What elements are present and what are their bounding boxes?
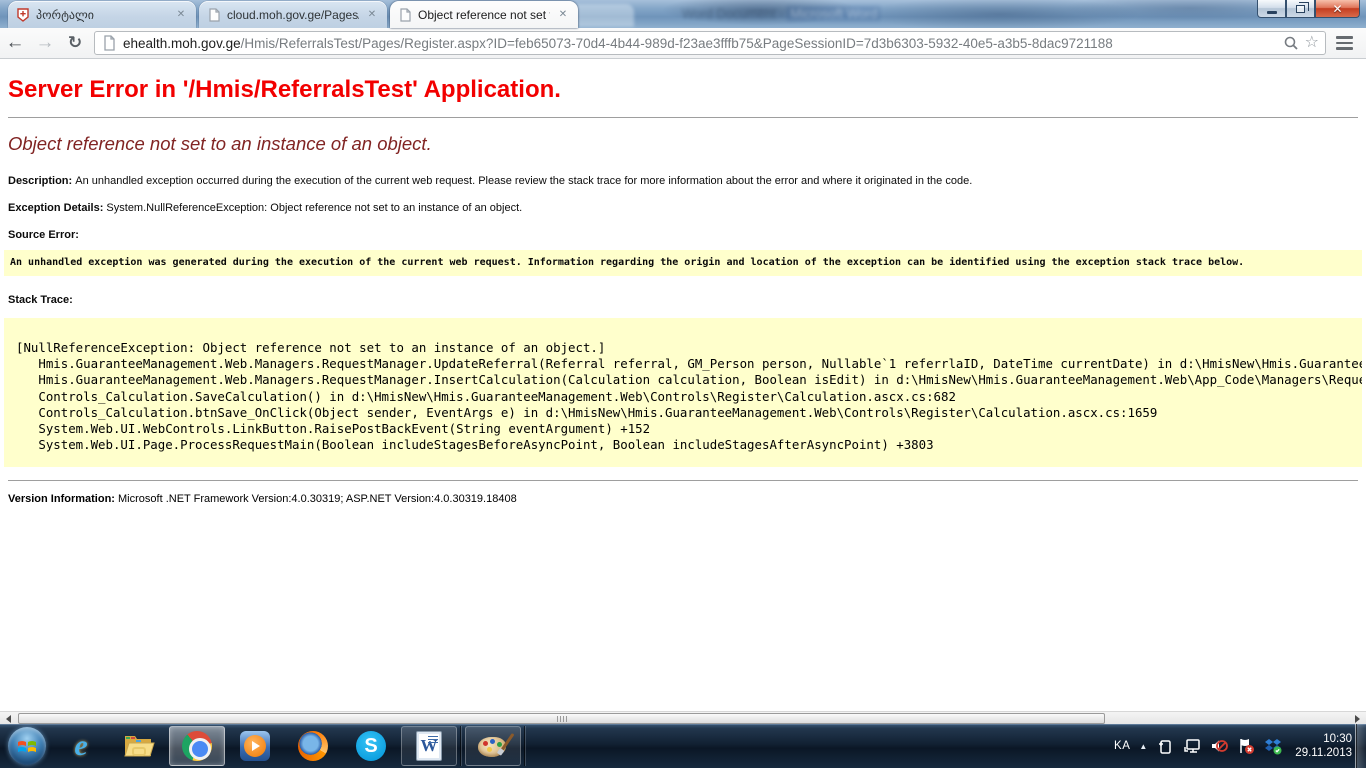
background-window-title-highlight: Microsoft Word bbox=[787, 6, 880, 21]
restore-icon bbox=[1296, 5, 1305, 13]
taskbar-firefox[interactable] bbox=[285, 726, 341, 766]
removable-device-icon[interactable] bbox=[1156, 737, 1174, 755]
stack-trace-box: [NullReferenceException: Object referenc… bbox=[4, 318, 1362, 467]
version-information: Version Information: Microsoft .NET Fram… bbox=[8, 493, 1358, 505]
description-line: Description: An unhandled exception occu… bbox=[8, 175, 1358, 187]
clock-time: 10:30 bbox=[1295, 732, 1352, 746]
page-title: Server Error in '/Hmis/ReferralsTest' Ap… bbox=[8, 76, 1358, 104]
close-window-button[interactable]: ✕ bbox=[1315, 0, 1360, 18]
browser-titlebar: Word Document - Microsoft Word პორტალი ✕… bbox=[0, 0, 1366, 28]
action-center-flag-icon[interactable] bbox=[1237, 737, 1255, 755]
error-page-content: Server Error in '/Hmis/ReferralsTest' Ap… bbox=[0, 59, 1366, 711]
close-icon: ✕ bbox=[1332, 2, 1342, 16]
background-window-ghost: Word Document - Microsoft Word bbox=[562, 2, 1122, 27]
start-button[interactable] bbox=[8, 727, 46, 765]
stack-trace-line: Controls_Calculation.SaveCalculation() i… bbox=[16, 389, 1362, 405]
chrome-icon bbox=[182, 731, 212, 761]
dropbox-icon[interactable] bbox=[1264, 737, 1282, 755]
taskbar-paint[interactable] bbox=[465, 726, 521, 766]
exception-label: Exception Details: bbox=[8, 202, 106, 214]
clock-date: 29.11.2013 bbox=[1295, 746, 1352, 760]
tab-close-icon[interactable]: ✕ bbox=[365, 8, 379, 22]
language-indicator[interactable]: KA bbox=[1114, 740, 1130, 752]
wired-network-icon[interactable] bbox=[1183, 737, 1201, 755]
stack-trace-heading: Stack Trace: bbox=[8, 294, 1358, 306]
exception-text: System.NullReferenceException: Object re… bbox=[106, 202, 522, 214]
tab-close-icon[interactable]: ✕ bbox=[556, 8, 570, 22]
exception-details-line: Exception Details: System.NullReferenceE… bbox=[8, 202, 1358, 214]
page-icon bbox=[207, 8, 221, 22]
taskbar-microsoft-word[interactable]: W bbox=[401, 726, 457, 766]
taskbar-separator bbox=[460, 726, 462, 766]
url-path: /Hmis/ReferralsTest/Pages/Register.aspx?… bbox=[241, 36, 1113, 51]
minimize-window-button[interactable] bbox=[1257, 0, 1286, 18]
show-desktop-button[interactable] bbox=[1355, 724, 1366, 768]
divider bbox=[8, 480, 1358, 481]
zoom-icon[interactable] bbox=[1283, 35, 1299, 51]
taskbar-windows-explorer[interactable] bbox=[111, 726, 167, 766]
source-error-heading: Source Error: bbox=[8, 229, 1358, 241]
word-icon: W bbox=[416, 731, 442, 761]
tab-close-icon[interactable]: ✕ bbox=[174, 8, 188, 22]
tab-title: cloud.moh.gov.ge/Pages/ bbox=[227, 8, 359, 22]
taskbar-windows-media-player[interactable] bbox=[227, 726, 283, 766]
version-label: Version Information: bbox=[8, 493, 118, 505]
taskbar-separator bbox=[524, 726, 526, 766]
source-error-box: An unhandled exception was generated dur… bbox=[4, 250, 1362, 276]
browser-toolbar: ← → ↻ ehealth.moh.gov.ge/Hmis/ReferralsT… bbox=[0, 28, 1366, 59]
chrome-menu-button[interactable] bbox=[1334, 35, 1356, 51]
system-tray: KA ▲ 10:30 29.11.2013 bbox=[1114, 724, 1352, 768]
stack-trace-line: Hmis.GuaranteeManagement.Web.Managers.Re… bbox=[16, 372, 1362, 388]
folder-icon bbox=[123, 732, 155, 760]
taskbar-clock[interactable]: 10:30 29.11.2013 bbox=[1295, 732, 1352, 760]
page-icon bbox=[398, 8, 412, 22]
description-label: Description: bbox=[8, 175, 75, 187]
bookmark-star-icon[interactable]: ☆ bbox=[1305, 35, 1319, 51]
restore-window-button[interactable] bbox=[1286, 0, 1315, 18]
paint-icon bbox=[478, 733, 508, 759]
page-security-icon bbox=[101, 35, 117, 51]
reload-button[interactable]: ↻ bbox=[60, 33, 90, 53]
taskbar-skype[interactable]: S bbox=[343, 726, 399, 766]
left-arrow-icon bbox=[6, 715, 11, 723]
taskbar-google-chrome[interactable] bbox=[169, 726, 225, 766]
windows-logo-icon bbox=[17, 736, 37, 756]
back-button[interactable]: ← bbox=[0, 32, 30, 54]
background-window-title: Word Document - bbox=[682, 6, 784, 21]
stack-trace-line: [NullReferenceException: Object referenc… bbox=[16, 340, 1362, 356]
url-domain: ehealth.moh.gov.ge bbox=[123, 36, 241, 51]
version-text: Microsoft .NET Framework Version:4.0.303… bbox=[118, 493, 517, 505]
forward-button[interactable]: → bbox=[30, 32, 60, 54]
tab-portal[interactable]: პორტალი ✕ bbox=[8, 1, 196, 28]
window-controls: ✕ bbox=[1257, 0, 1360, 18]
tab-title: Object reference not set to bbox=[418, 8, 550, 22]
firefox-icon bbox=[298, 731, 328, 761]
media-player-icon bbox=[240, 731, 270, 761]
scrollbar-thumb[interactable] bbox=[18, 713, 1105, 724]
tab-title: პორტალი bbox=[36, 8, 168, 22]
volume-muted-icon[interactable] bbox=[1210, 737, 1228, 755]
right-arrow-icon bbox=[1355, 715, 1360, 723]
taskbar-internet-explorer[interactable]: e bbox=[53, 726, 109, 766]
tab-error-page[interactable]: Object reference not set to ✕ bbox=[390, 1, 578, 28]
georgia-coat-of-arms-icon bbox=[16, 8, 30, 22]
address-bar[interactable]: ehealth.moh.gov.ge/Hmis/ReferralsTest/Pa… bbox=[94, 31, 1326, 55]
stack-trace-line: Hmis.GuaranteeManagement.Web.Managers.Re… bbox=[16, 356, 1362, 372]
tab-cloud-moh[interactable]: cloud.moh.gov.ge/Pages/ ✕ bbox=[199, 1, 387, 28]
divider bbox=[8, 117, 1358, 118]
stack-trace-line: Controls_Calculation.btnSave_OnClick(Obj… bbox=[16, 405, 1362, 421]
error-subtitle: Object reference not set to an instance … bbox=[8, 133, 1358, 155]
stack-trace-line: System.Web.UI.WebControls.LinkButton.Rai… bbox=[16, 421, 1362, 437]
url-text[interactable]: ehealth.moh.gov.ge/Hmis/ReferralsTest/Pa… bbox=[123, 36, 1277, 51]
description-text: An unhandled exception occurred during t… bbox=[75, 175, 972, 187]
skype-icon: S bbox=[356, 731, 386, 761]
horizontal-scrollbar[interactable] bbox=[0, 711, 1366, 724]
tray-expand-icon[interactable]: ▲ bbox=[1139, 742, 1147, 751]
minimize-icon bbox=[1267, 11, 1277, 14]
stack-trace-line: System.Web.UI.Page.ProcessRequestMain(Bo… bbox=[16, 437, 1362, 453]
internet-explorer-icon: e bbox=[74, 729, 87, 763]
desktop-screen: Word Document - Microsoft Word პორტალი ✕… bbox=[0, 0, 1366, 768]
